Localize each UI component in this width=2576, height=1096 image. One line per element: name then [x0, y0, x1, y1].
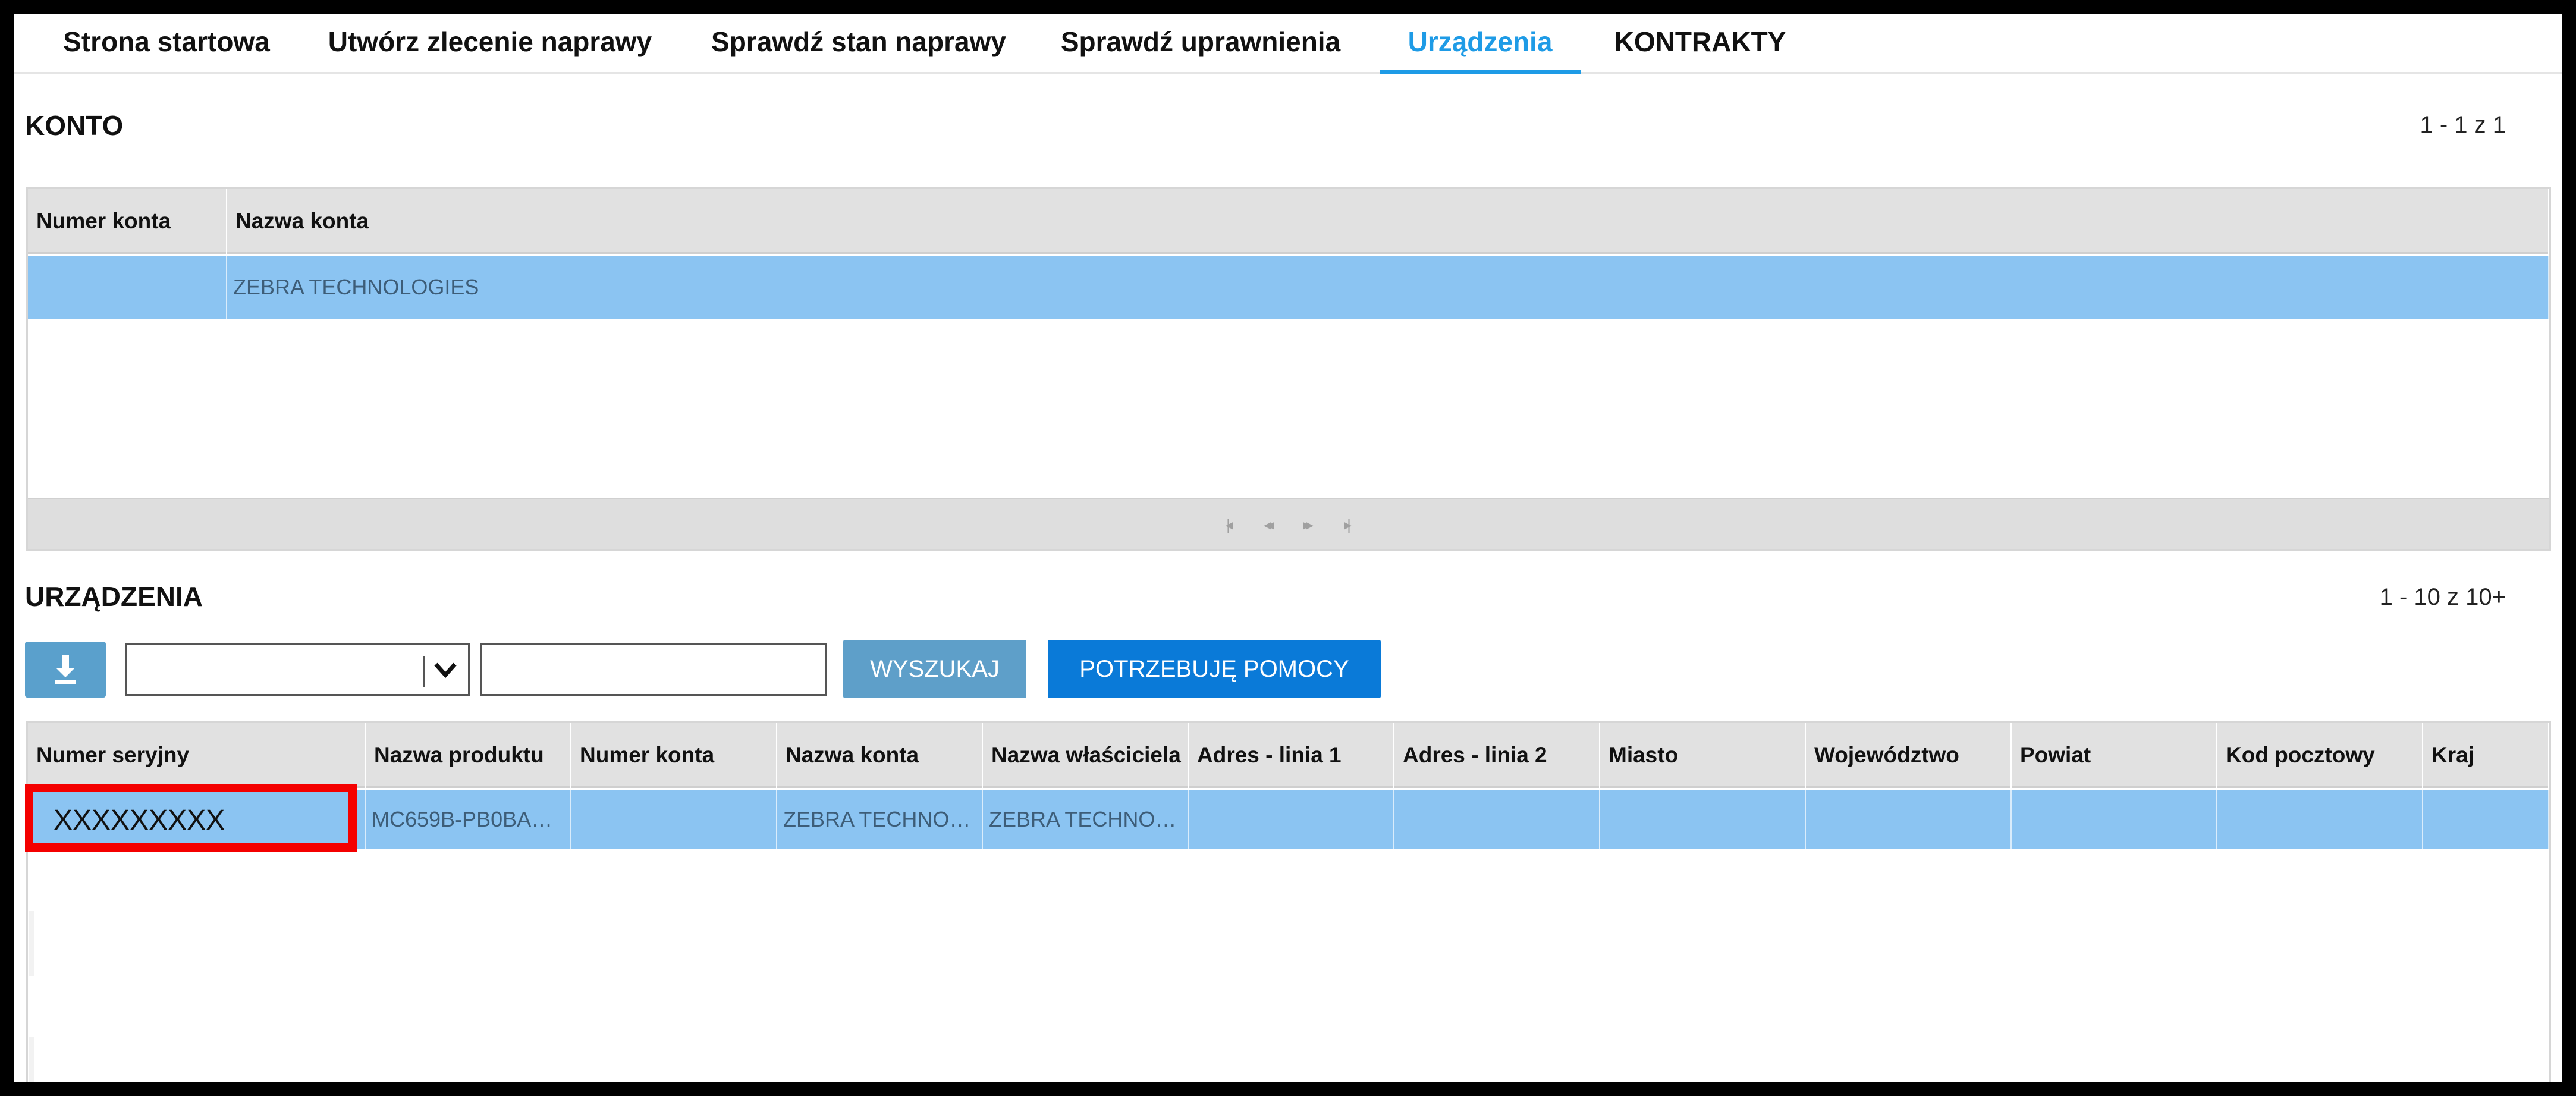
cell-account-number	[28, 256, 227, 319]
devices-section-title: URZĄDZENIA	[25, 581, 203, 612]
app-frame: Strona startowa Utwórz zlecenie naprawy …	[14, 14, 2562, 1082]
column-header-address-line-1[interactable]: Adres - linia 1	[1189, 723, 1394, 788]
cell-city	[1600, 790, 1806, 849]
column-header-account-number[interactable]: Numer konta	[28, 189, 227, 254]
next-page-icon[interactable]: ▸▸	[1297, 516, 1315, 533]
cell-account-number	[571, 790, 777, 849]
column-header-serial-number[interactable]: Numer seryjny	[28, 723, 366, 788]
devices-grid: Numer seryjny Nazwa produktu Numer konta…	[26, 721, 2551, 1082]
column-header-postal-code[interactable]: Kod pocztowy	[2217, 723, 2423, 788]
tab-home[interactable]: Strona startowa	[48, 14, 285, 74]
search-field-select[interactable]	[125, 643, 470, 696]
column-header-voivodeship[interactable]: Województwo	[1806, 723, 2012, 788]
column-header-address-line-2[interactable]: Adres - linia 2	[1394, 723, 1600, 788]
column-header-product-name[interactable]: Nazwa produktu	[366, 723, 571, 788]
account-pager-text: 1 - 1 z 1	[2420, 112, 2506, 138]
cell-postal-code	[2217, 790, 2423, 849]
cell-account-name: ZEBRA TECHNO…	[777, 790, 983, 849]
cell-account-name: ZEBRA TECHNOLOGIES	[227, 256, 2549, 319]
tab-create-repair[interactable]: Utwórz zlecenie naprawy	[312, 14, 668, 74]
cell-county	[2012, 790, 2217, 849]
row-stub	[29, 1037, 34, 1082]
cell-voivodeship	[1806, 790, 2012, 849]
cell-address-line-2	[1394, 790, 1600, 849]
column-header-city[interactable]: Miasto	[1600, 723, 1806, 788]
row-stub	[29, 911, 34, 976]
tab-entitlements[interactable]: Sprawdź uprawnienia	[1049, 14, 1352, 74]
first-page-icon[interactable]: |◂	[1218, 516, 1236, 533]
cell-product-name: MC659B-PB0BA…	[366, 790, 571, 849]
tab-repair-status[interactable]: Sprawdź stan naprawy	[698, 14, 1019, 74]
tab-contracts[interactable]: KONTRAKTY	[1608, 14, 1792, 74]
last-page-icon[interactable]: ▸|	[1336, 516, 1354, 533]
devices-pager-text: 1 - 10 z 10+	[2379, 584, 2506, 610]
account-section-title: KONTO	[25, 110, 124, 141]
previous-page-icon[interactable]: ◂◂	[1258, 516, 1276, 533]
account-grid-header: Numer konta Nazwa konta	[28, 189, 2549, 254]
table-row[interactable]: ZEBRA TECHNOLOGIES	[28, 256, 2549, 319]
devices-grid-header: Numer seryjny Nazwa produktu Numer konta…	[28, 723, 2549, 788]
column-header-county[interactable]: Powiat	[2012, 723, 2217, 788]
help-button[interactable]: POTRZEBUJĘ POMOCY	[1048, 640, 1381, 698]
column-header-account-name[interactable]: Nazwa konta	[777, 723, 983, 788]
chevron-down-icon	[434, 662, 457, 679]
download-button[interactable]	[25, 642, 106, 698]
account-grid: Numer konta Nazwa konta ZEBRA TECHNOLOGI…	[26, 187, 2551, 551]
cell-owner-name: ZEBRA TECHNO…	[983, 790, 1189, 849]
column-header-country[interactable]: Kraj	[2423, 723, 2549, 788]
account-grid-footer: |◂ ◂◂ ▸▸ ▸|	[28, 498, 2549, 549]
main-nav: Strona startowa Utwórz zlecenie naprawy …	[14, 14, 2562, 74]
column-header-owner-name[interactable]: Nazwa właściciela	[983, 723, 1189, 788]
select-divider	[423, 656, 425, 687]
search-button[interactable]: WYSZUKAJ	[843, 640, 1026, 698]
tab-devices[interactable]: Urządzenia	[1380, 14, 1581, 74]
table-row[interactable]: MC659B-PB0BA… ZEBRA TECHNO… ZEBRA TECHNO…	[28, 790, 2549, 849]
serial-number-value: XXXXXXXXX	[54, 805, 225, 836]
cell-country	[2423, 790, 2549, 849]
cell-address-line-1	[1189, 790, 1394, 849]
serial-number-highlight[interactable]: XXXXXXXXX	[25, 784, 357, 852]
download-icon	[55, 655, 76, 684]
column-header-account-name[interactable]: Nazwa konta	[227, 189, 2549, 254]
search-input[interactable]	[480, 643, 827, 696]
column-header-account-number[interactable]: Numer konta	[571, 723, 777, 788]
